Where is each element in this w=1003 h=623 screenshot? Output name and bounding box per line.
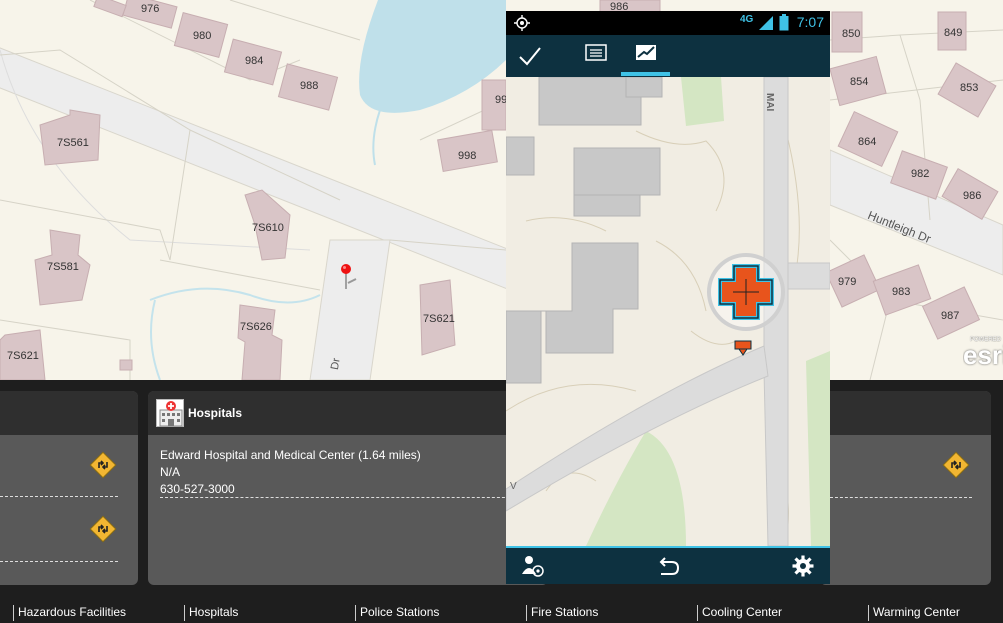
gps-icon bbox=[514, 15, 530, 31]
directions-icon[interactable] bbox=[89, 515, 117, 543]
divider bbox=[830, 497, 972, 498]
directions-icon[interactable] bbox=[942, 451, 970, 479]
left-card bbox=[0, 391, 138, 585]
parcel-label: 850 bbox=[842, 28, 861, 40]
card-title: Hospitals bbox=[188, 406, 243, 420]
battery-icon bbox=[779, 14, 789, 31]
parcel-label: 983 bbox=[892, 286, 911, 298]
tab-hospitals[interactable]: Hospitals bbox=[184, 605, 238, 621]
hospital-name: Edward Hospital and Medical Center (1.64… bbox=[160, 448, 421, 462]
parcel-label: 864 bbox=[858, 136, 877, 148]
parcel-label: 988 bbox=[300, 80, 319, 92]
right-card bbox=[820, 391, 991, 585]
phone-map[interactable]: MAI V bbox=[506, 11, 830, 584]
parcel-label: 980 bbox=[193, 30, 212, 42]
parcel-label: 854 bbox=[850, 76, 869, 88]
hospital-entry[interactable]: Edward Hospital and Medical Center (1.64… bbox=[148, 435, 548, 498]
active-tab-indicator bbox=[621, 72, 670, 76]
directions-icon[interactable] bbox=[89, 451, 117, 479]
phone-app-overlay: MAI V 4G 7:07 bbox=[506, 11, 830, 584]
tab-warming-center[interactable]: Warming Center bbox=[868, 605, 960, 621]
category-tab-bar bbox=[0, 598, 1003, 623]
road-label-v: V bbox=[510, 481, 517, 492]
hospital-phone[interactable]: 630-527-3000 bbox=[160, 481, 536, 498]
map-view-icon[interactable] bbox=[634, 43, 658, 63]
parcel-label: 986 bbox=[963, 190, 982, 202]
parcel-label: 7S621 bbox=[7, 350, 39, 362]
map-pin-icon[interactable] bbox=[338, 263, 358, 291]
card-header bbox=[0, 391, 138, 435]
card-header bbox=[820, 391, 991, 435]
map-graphics bbox=[0, 0, 1003, 380]
hospitals-card: Hospitals Edward Hospital and Medical Ce… bbox=[148, 391, 548, 585]
status-bar: 4G 7:07 bbox=[506, 11, 830, 35]
parcel-label: 7S610 bbox=[252, 222, 284, 234]
parcel-label: 987 bbox=[941, 310, 960, 322]
divider bbox=[0, 561, 118, 562]
parcel-label: 976 bbox=[141, 3, 160, 15]
parcel-label: 7S621 bbox=[423, 313, 455, 325]
parcel-label: 7S581 bbox=[47, 261, 79, 273]
parcel-label: 984 bbox=[245, 55, 264, 67]
parcel-label: 982 bbox=[911, 168, 930, 180]
tab-cooling-center[interactable]: Cooling Center bbox=[697, 605, 782, 621]
road-label-main: MAI bbox=[764, 93, 775, 112]
parcel-label: 979 bbox=[838, 276, 857, 288]
list-icon[interactable] bbox=[584, 43, 608, 63]
gear-icon[interactable] bbox=[792, 555, 814, 577]
signal-icon bbox=[759, 16, 773, 30]
status-time: 7:07 bbox=[796, 14, 824, 30]
tab-hazardous-facilities[interactable]: Hazardous Facilities bbox=[13, 605, 126, 621]
network-type: 4G bbox=[740, 14, 754, 25]
checkmark-icon[interactable] bbox=[518, 45, 542, 67]
parcel-label: 7S561 bbox=[57, 137, 89, 149]
divider bbox=[0, 496, 118, 497]
card-header: Hospitals bbox=[148, 391, 548, 435]
undo-icon[interactable] bbox=[656, 556, 680, 578]
hospital-address: N/A bbox=[160, 465, 181, 479]
road-label-dr: Dr bbox=[328, 357, 343, 371]
parcel-label: 7S626 bbox=[240, 321, 272, 333]
phone-bottom-toolbar bbox=[506, 546, 830, 584]
tab-fire-stations[interactable]: Fire Stations bbox=[526, 605, 598, 621]
background-map[interactable]: 976 980 984 988 7S561 7S610 7S581 7S626 … bbox=[0, 0, 1003, 380]
parcel-label: 853 bbox=[960, 82, 979, 94]
parcel-label: 849 bbox=[944, 27, 963, 39]
app-root: 976 980 984 988 7S561 7S610 7S581 7S626 … bbox=[0, 0, 1003, 623]
phone-top-toolbar bbox=[506, 35, 830, 77]
divider bbox=[160, 497, 520, 498]
esri-logo: esri bbox=[963, 340, 1003, 370]
tab-police-stations[interactable]: Police Stations bbox=[355, 605, 439, 621]
hospital-icon bbox=[156, 399, 184, 427]
parcel-label: 998 bbox=[458, 150, 477, 162]
locate-icon[interactable] bbox=[521, 554, 545, 578]
